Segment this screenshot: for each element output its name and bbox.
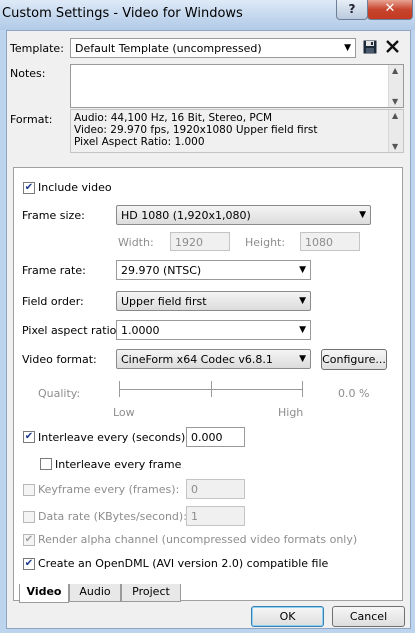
format-line-audio: Audio: 44,100 Hz, 16 Bit, Stereo, PCM [74,112,273,124]
video-format-value: CineForm x64 Codec v6.8.1 [121,353,273,366]
quality-slider-tick [211,381,212,397]
format-line-par: Pixel Aspect Ratio: 1.000 [74,136,205,148]
notes-scrollbar[interactable]: ▲ ▼ [388,65,403,107]
video-format-dropdown[interactable]: CineForm x64 Codec v6.8.1 ▼ [116,349,311,369]
quality-slider-tick [302,381,303,397]
height-value: 1080 [305,236,333,249]
tab-video[interactable]: Video [19,584,69,603]
keyframe-field[interactable]: 0 [186,479,245,499]
x-icon[interactable] [385,39,400,54]
interleave-frame-label: Interleave every frame [55,458,182,471]
chevron-down-icon: ▼ [299,296,306,306]
help-icon: ? [348,2,356,16]
video-format-label: Video format: [22,353,97,366]
help-button[interactable]: ? [336,0,368,20]
format-label: Format: [10,113,53,126]
quality-low-label: Low [113,406,135,419]
template-value: Default Template (uncompressed) [75,42,262,55]
frame-size-label: Frame size: [22,209,85,222]
height-label: Height: [245,236,286,249]
close-icon: ✕ [384,1,396,16]
tab-project[interactable]: Project [121,584,181,602]
frame-size-dropdown[interactable]: HD 1080 (1,920x1,080) ▼ [116,205,371,225]
data-rate-checkbox[interactable] [23,511,35,523]
interleave-seconds-checkbox[interactable]: ✔ [23,431,35,443]
tab-audio[interactable]: Audio [69,584,121,602]
quality-label: Quality: [38,387,81,400]
notes-textarea[interactable]: ▲ ▼ [70,64,404,108]
include-video-label: Include video [38,181,112,194]
format-line-video: Video: 29.970 fps, 1920x1080 Upper field… [74,124,318,136]
quality-high-label: High [278,406,304,419]
notes-label: Notes: [10,67,46,80]
include-video-checkbox[interactable]: ✔ [23,182,35,194]
data-rate-value: 1 [191,510,198,523]
frame-size-value: HD 1080 (1,920x1,080) [121,209,251,222]
ok-button[interactable]: OK [251,606,324,627]
width-label: Width: [118,236,154,249]
window-title: Custom Settings - Video for Windows [2,6,243,21]
scroll-down-icon[interactable]: ▼ [392,97,398,106]
data-rate-field[interactable]: 1 [186,506,245,526]
frame-rate-label: Frame rate: [22,264,86,277]
scroll-up-icon[interactable]: ▲ [392,66,398,75]
chevron-down-icon: ▼ [344,43,351,53]
interleave-frame-checkbox[interactable] [40,458,52,470]
render-alpha-label: Render alpha channel (uncompressed video… [38,533,358,546]
data-rate-label: Data rate (KBytes/second): [38,510,187,523]
floppy-disk-icon[interactable] [363,40,377,54]
field-order-value: Upper field first [121,295,207,308]
interleave-seconds-label: Interleave every (seconds): [38,431,189,444]
interleave-seconds-field[interactable]: 0.000 [186,427,245,447]
height-field[interactable]: 1080 [300,232,360,251]
pixel-aspect-ratio-label: Pixel aspect ratio: [22,324,121,337]
field-order-label: Field order: [22,295,84,308]
scroll-down-icon[interactable]: ▼ [392,142,398,151]
width-field[interactable]: 1920 [170,232,230,251]
quality-slider-tick [119,381,120,397]
scroll-up-icon[interactable]: ▲ [392,111,398,120]
quality-value: 0.0 % [338,387,370,400]
keyframe-value: 0 [191,483,198,496]
dialog-client: Template: Default Template (uncompressed… [6,30,411,629]
width-value: 1920 [175,236,203,249]
template-dropdown[interactable]: Default Template (uncompressed) ▼ [70,38,356,58]
pixel-aspect-ratio-value: 1.0000 [121,324,160,337]
opendml-checkbox[interactable]: ✔ [23,558,35,570]
keyframe-label: Keyframe every (frames): [38,483,180,496]
video-settings-panel: ✔ Include video Frame size: HD 1080 (1,9… [13,167,403,601]
template-label: Template: [10,42,64,55]
configure-button[interactable]: Configure... [321,349,387,370]
chevron-down-icon: ▼ [299,354,306,364]
frame-rate-dropdown[interactable]: 29.970 (NTSC) ▼ [116,260,311,280]
cancel-button[interactable]: Cancel [332,606,405,627]
frame-rate-value: 29.970 (NTSC) [121,264,202,277]
format-scrollbar[interactable]: ▲ ▼ [388,110,403,152]
chevron-down-icon: ▼ [299,325,306,335]
chevron-down-icon: ▼ [359,210,366,220]
field-order-dropdown[interactable]: Upper field first ▼ [116,291,311,311]
close-window-button[interactable]: ✕ [367,0,413,20]
title-bar: Custom Settings - Video for Windows ? ✕ [0,0,415,30]
pixel-aspect-ratio-dropdown[interactable]: 1.0000 ▼ [116,320,311,340]
render-alpha-checkbox[interactable]: ✔ [23,534,35,546]
interleave-seconds-value: 0.000 [191,431,223,444]
opendml-label: Create an OpenDML (AVI version 2.0) comp… [38,557,329,570]
chevron-down-icon: ▼ [299,265,306,275]
keyframe-checkbox[interactable] [23,484,35,496]
format-info-box: Audio: 44,100 Hz, 16 Bit, Stereo, PCM Vi… [70,109,404,153]
